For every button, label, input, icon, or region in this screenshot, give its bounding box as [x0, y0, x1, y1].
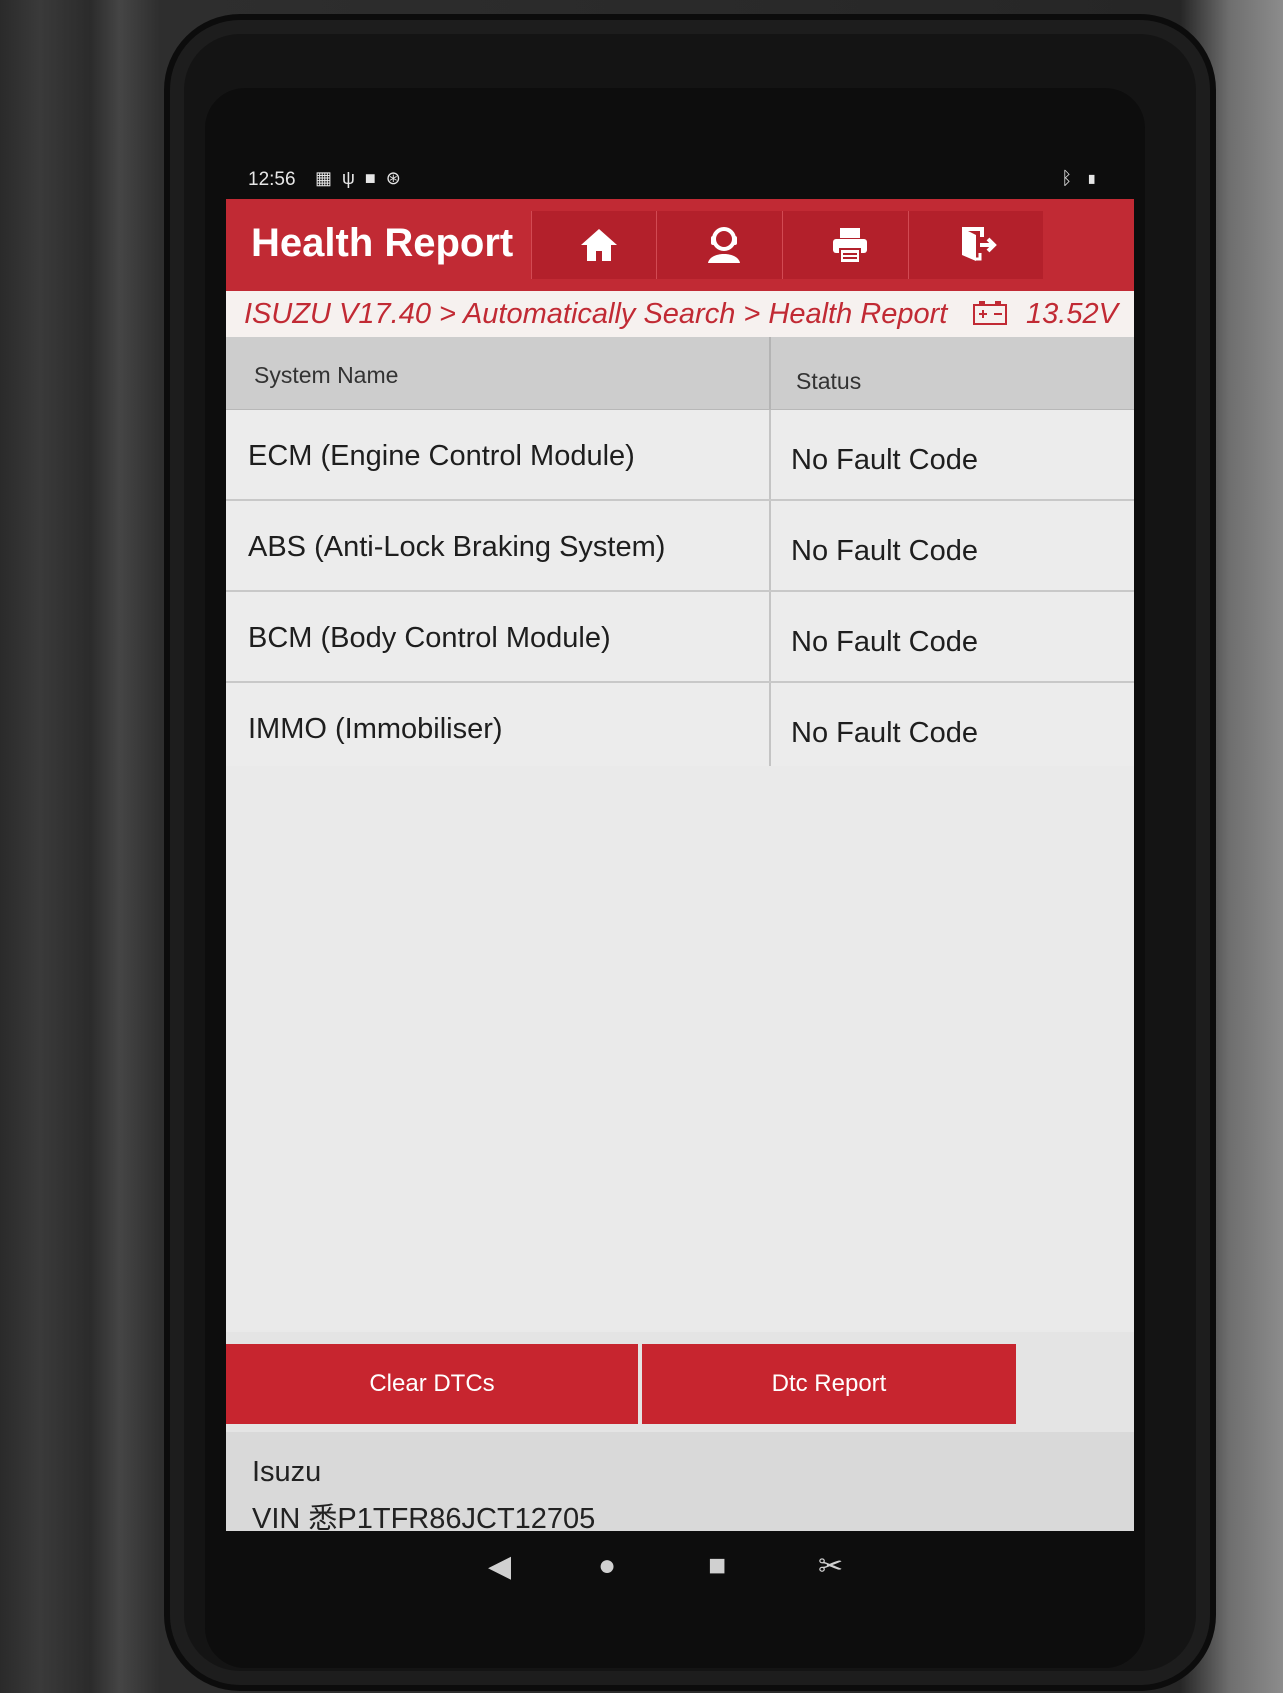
home-nav-icon[interactable]: ●: [598, 1549, 616, 1583]
column-divider: [769, 683, 771, 772]
screenshot-icon[interactable]: ✂: [818, 1549, 843, 1584]
system-name: ABS (Anti-Lock Braking System): [248, 531, 666, 563]
status-bar: 12:56 ▦ψ■⊛ ᛒ▮: [245, 165, 1125, 199]
app-header: Health Report: [226, 199, 1134, 291]
column-divider: [769, 410, 771, 499]
table-row[interactable]: BCM (Body Control Module) No Fault Code: [226, 592, 1134, 683]
image-icon: ■: [364, 168, 386, 188]
column-header-status: Status: [796, 368, 862, 394]
table-row[interactable]: IMMO (Immobiliser) No Fault Code: [226, 683, 1134, 774]
system-status: No Fault Code: [791, 626, 978, 658]
system-status: No Fault Code: [791, 444, 978, 476]
support-icon: [708, 227, 740, 263]
exit-button[interactable]: [908, 211, 1043, 279]
home-button[interactable]: [531, 211, 666, 279]
column-divider: [769, 501, 771, 590]
system-status: No Fault Code: [791, 717, 978, 749]
empty-content-area: [226, 766, 1134, 1330]
system-name: IMMO (Immobiliser): [248, 713, 503, 745]
breadcrumb-path: ISUZU V17.40 > Automatically Search > He…: [244, 298, 948, 330]
system-icons: ᛒ▮: [1061, 168, 1111, 189]
table-row[interactable]: ABS (Anti-Lock Braking System) No Fault …: [226, 501, 1134, 592]
battery-icon: ▮: [1086, 168, 1111, 188]
recents-icon[interactable]: ■: [708, 1549, 726, 1583]
table-header: System Name Status: [226, 337, 1134, 410]
table-row[interactable]: ECM (Engine Control Module) No Fault Cod…: [226, 410, 1134, 501]
vehicle-info-footer: Isuzu VIN 悉P1TFR86JCT12705: [226, 1432, 1134, 1535]
health-report-table: System Name Status ECM (Engine Control M…: [226, 337, 1134, 774]
system-name: BCM (Body Control Module): [248, 622, 611, 654]
system-status: No Fault Code: [791, 535, 978, 567]
print-icon: [833, 228, 867, 264]
status-time: 12:56: [248, 169, 296, 190]
print-button[interactable]: [782, 211, 917, 279]
action-bar: Clear DTCs Dtc Report: [226, 1332, 1134, 1432]
dtc-report-button[interactable]: Dtc Report: [642, 1344, 1016, 1424]
column-header-system-name: System Name: [254, 362, 399, 388]
exit-icon: [962, 227, 997, 261]
clear-dtcs-button[interactable]: Clear DTCs: [226, 1344, 638, 1424]
android-nav-bar: ◀ ● ■ ✂: [226, 1531, 1134, 1601]
home-icon: [581, 229, 617, 261]
app-window: Health Report ISUZU V17.40 > Automatical…: [226, 199, 1134, 1535]
breadcrumb: ISUZU V17.40 > Automatically Search > He…: [226, 291, 1134, 337]
sim-icon: ▦: [315, 168, 343, 188]
car-battery-icon: [973, 301, 1007, 325]
usb-icon: ψ: [342, 168, 365, 188]
bluetooth-icon: ᛒ: [1061, 168, 1087, 188]
page-title: Health Report: [251, 221, 514, 265]
settings-icon: ⊛: [385, 168, 411, 188]
battery-voltage: 13.52V: [1026, 298, 1118, 330]
vehicle-make: Isuzu: [252, 1456, 322, 1488]
system-name: ECM (Engine Control Module): [248, 440, 635, 472]
back-icon[interactable]: ◀: [488, 1549, 511, 1584]
column-divider: [769, 337, 771, 409]
notification-icons: ▦ψ■⊛: [315, 168, 411, 189]
support-button[interactable]: [656, 211, 791, 279]
column-divider: [769, 592, 771, 681]
